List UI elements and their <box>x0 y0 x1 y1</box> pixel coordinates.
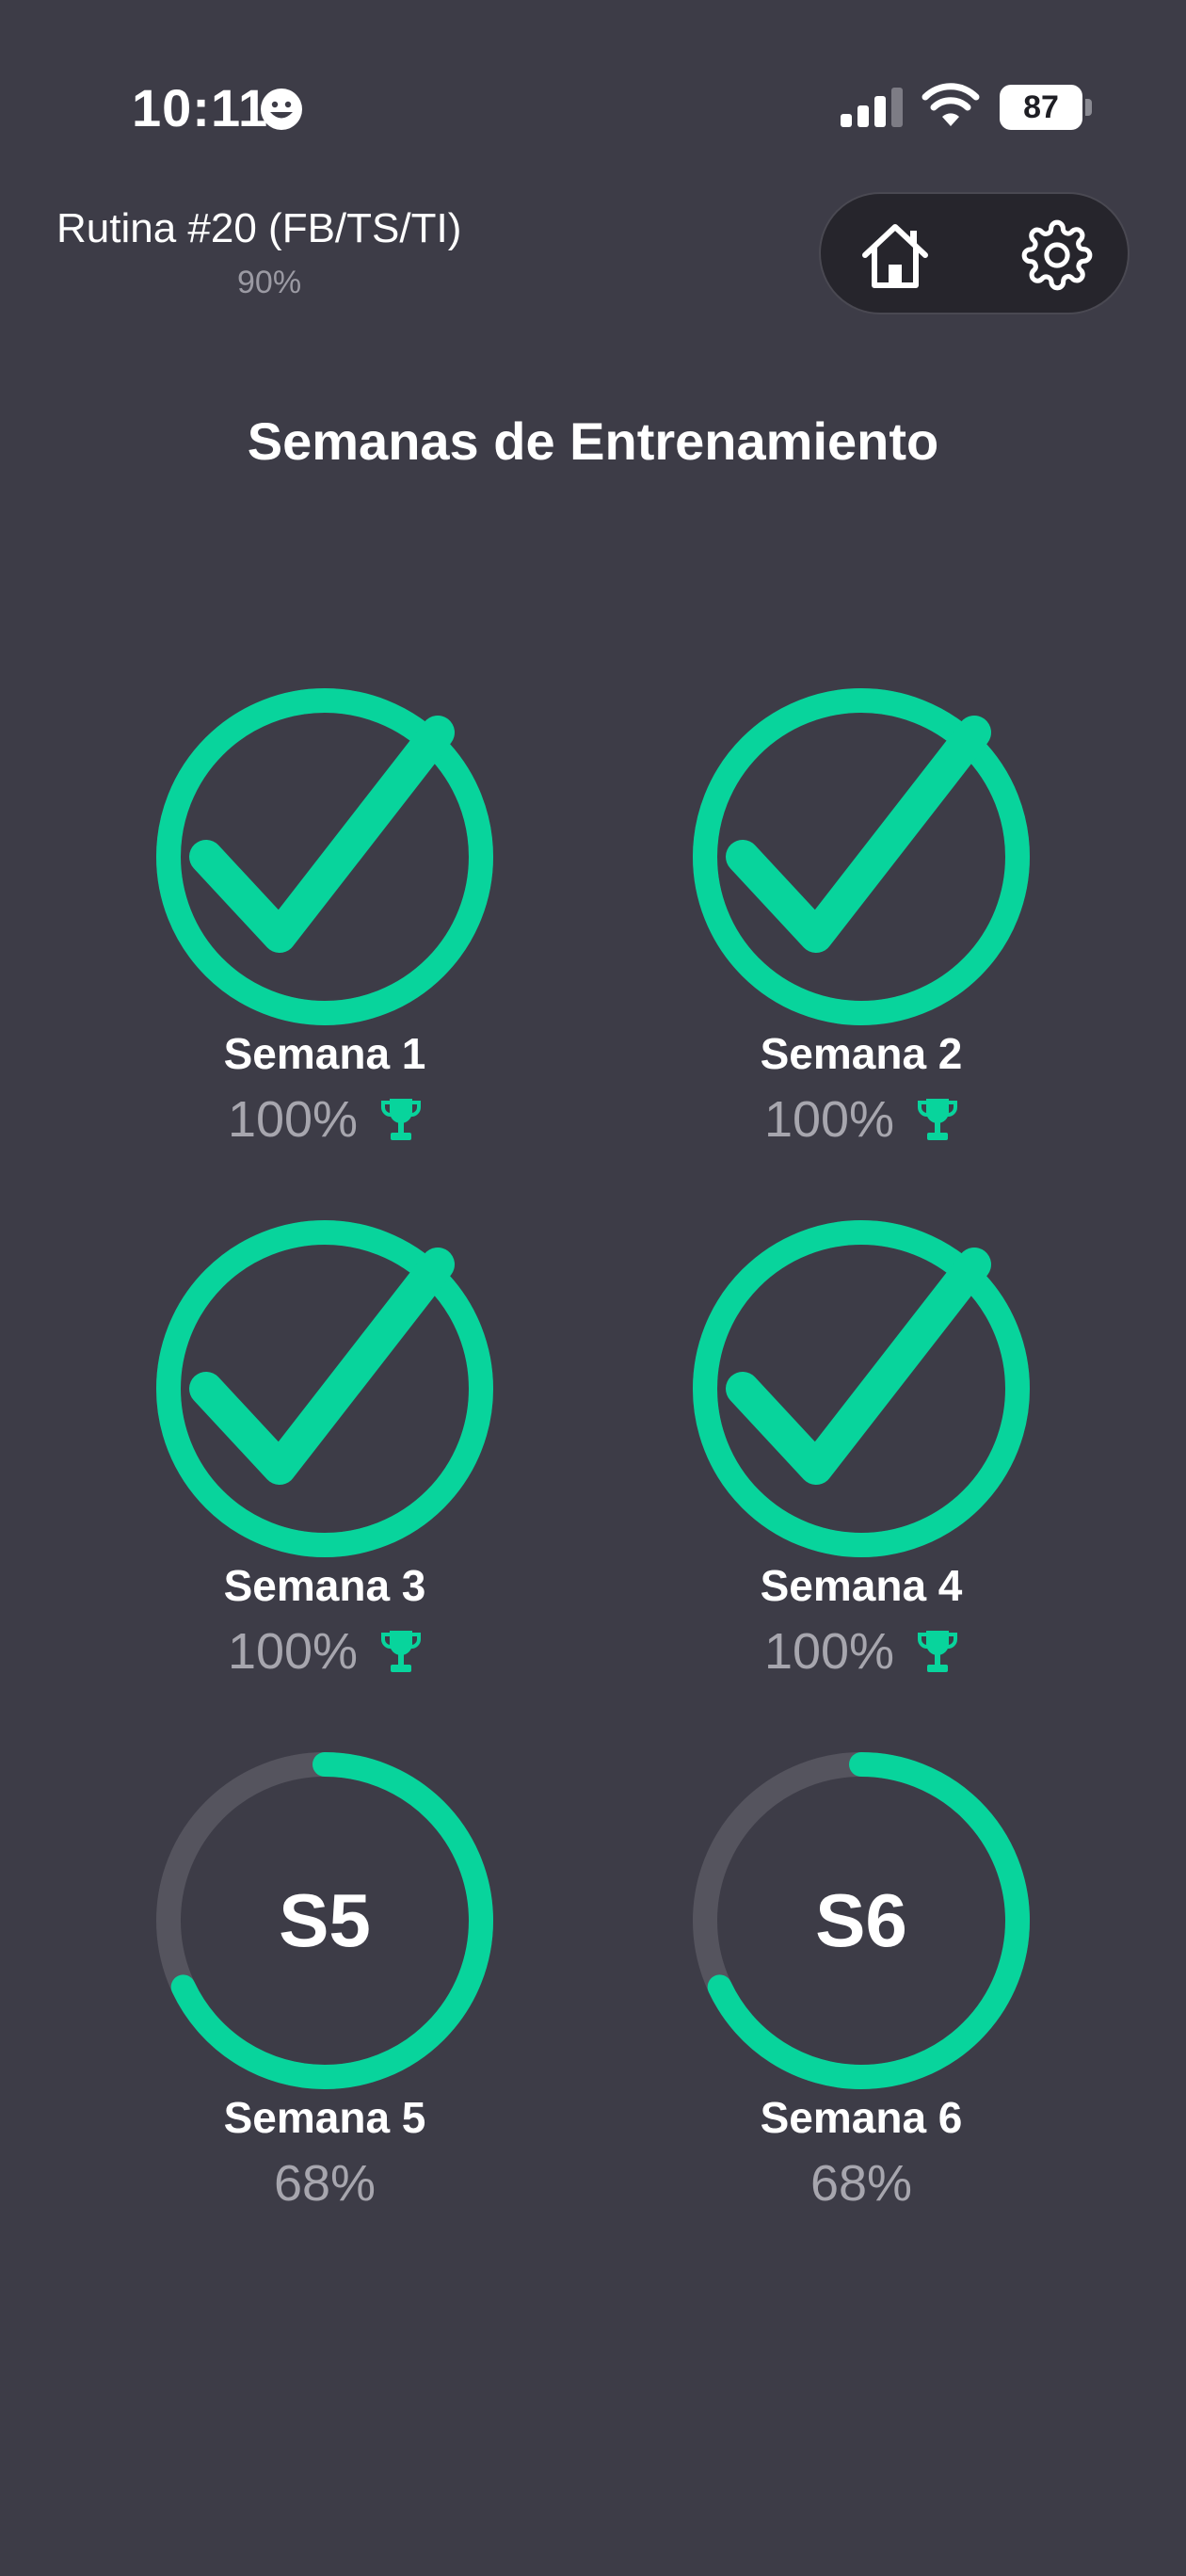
gear-icon <box>1021 219 1093 291</box>
week-progress-row: 68% <box>654 2154 1068 2213</box>
page-title: Semanas de Entrenamiento <box>247 411 939 471</box>
emoji-face-icon <box>261 89 302 130</box>
week-card[interactable]: Semana 1 100% <box>118 687 532 1177</box>
week-progress-row: 100% <box>118 1622 532 1681</box>
wifi-icon <box>922 83 980 126</box>
trophy-icon <box>381 1631 422 1672</box>
checkmark-icon <box>726 1248 991 1485</box>
home-icon <box>862 224 928 288</box>
week-label: Semana 2 <box>760 1029 963 1078</box>
home-button[interactable] <box>855 215 936 296</box>
battery-cap <box>1085 99 1092 116</box>
week-label: Semana 5 <box>223 2093 426 2142</box>
week-progress-row: 68% <box>118 2154 532 2213</box>
week-percent: 100% <box>763 1091 895 1148</box>
week-progress-row: 100% <box>654 1090 1068 1149</box>
progress-ring <box>155 687 494 1026</box>
week-label: Semana 3 <box>223 1561 426 1610</box>
nav-pill <box>819 192 1130 314</box>
checkmark-icon <box>189 716 455 953</box>
week-code: S6 <box>815 1878 907 1962</box>
settings-button[interactable] <box>1017 215 1098 296</box>
week-percent: 68% <box>809 2155 913 2212</box>
week-label: Semana 4 <box>760 1561 963 1610</box>
week-card[interactable]: Semana 2 100% <box>654 687 1068 1177</box>
week-card[interactable]: Semana 3 100% <box>118 1219 532 1709</box>
trophy-icon <box>918 1631 958 1672</box>
week-card[interactable]: S6 Semana 6 68% <box>654 1751 1068 2241</box>
week-label: Semana 6 <box>760 2093 963 2142</box>
routine-progress: 90% <box>237 265 302 300</box>
week-percent: 68% <box>273 2155 377 2212</box>
progress-ring <box>692 687 1031 1026</box>
week-progress-row: 100% <box>118 1090 532 1149</box>
checkmark-icon <box>726 716 991 953</box>
battery-level: 87 <box>1000 85 1082 130</box>
week-percent: 100% <box>227 1091 359 1148</box>
progress-ring <box>692 1219 1031 1558</box>
progress-ring: S5 <box>155 1751 494 2090</box>
week-card[interactable]: S5 Semana 5 68% <box>118 1751 532 2241</box>
week-percent: 100% <box>763 1623 895 1680</box>
week-code: S5 <box>279 1878 371 1962</box>
battery-icon: 87 <box>1000 85 1092 130</box>
progress-ring <box>155 1219 494 1558</box>
week-label: Semana 1 <box>223 1029 426 1078</box>
week-card[interactable]: Semana 4 100% <box>654 1219 1068 1709</box>
week-percent: 100% <box>227 1623 359 1680</box>
week-progress-row: 100% <box>654 1622 1068 1681</box>
cellular-signal-icon <box>841 88 903 127</box>
routine-title: Rutina #20 (FB/TS/TI) <box>56 205 462 251</box>
trophy-icon <box>381 1099 422 1140</box>
progress-ring: S6 <box>692 1751 1031 2090</box>
status-bar: 10:11 87 <box>0 0 1186 217</box>
status-time: 10:11 <box>132 78 269 137</box>
trophy-icon <box>918 1099 958 1140</box>
checkmark-icon <box>189 1248 455 1485</box>
